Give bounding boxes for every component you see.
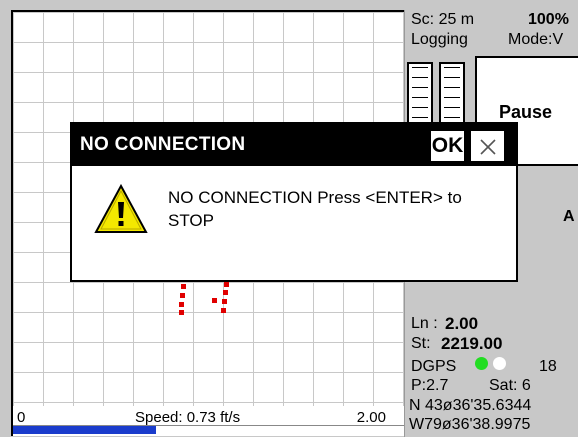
track-point [180, 293, 185, 298]
scale-readout: Sc: 25 m [411, 11, 475, 28]
no-connection-dialog: NO CONNECTION OK NO CONNECTION Press <EN… [70, 122, 518, 282]
track-point [212, 298, 217, 303]
speed-readout: Speed: 0.73 ft/s [135, 409, 241, 426]
track-point [179, 310, 184, 315]
ln-value: 2.00 [445, 314, 479, 333]
mode-readout: Mode:V [508, 31, 564, 48]
partial-label: A [563, 208, 575, 225]
dialog-title: NO CONNECTION [80, 134, 246, 155]
latitude-readout: N 43ø36'35.6344 [409, 397, 532, 414]
ok-button[interactable]: OK [429, 129, 466, 163]
zoom-readout: 100% [528, 11, 569, 28]
pdop-readout: P:2.7 [411, 377, 449, 394]
longitude-readout: W79ø36'38.9975 [409, 416, 531, 433]
dialog-titlebar: NO CONNECTION OK [72, 124, 516, 166]
close-button[interactable] [469, 129, 506, 163]
logging-status: Logging [411, 31, 468, 48]
track-point [222, 299, 227, 304]
sat-readout: Sat: 6 [489, 377, 531, 394]
speed-track [13, 425, 404, 434]
st-label: St: [411, 335, 431, 352]
speed-bar: 0 Speed: 0.73 ft/s 2.00 [11, 406, 404, 436]
dgps-value: 18 [539, 358, 557, 375]
warning-icon [94, 183, 148, 233]
speed-max-label: 2.00 [356, 409, 386, 426]
dgps-label: DGPS [411, 358, 457, 375]
track-point [179, 302, 184, 307]
close-icon [480, 139, 496, 155]
fix-indicator-white [493, 357, 506, 370]
speed-min-label: 0 [17, 409, 26, 426]
track-point [221, 308, 226, 313]
dialog-message: NO CONNECTION Press <ENTER> to STOP [168, 188, 462, 230]
track-point [181, 284, 186, 289]
app-screen: 0 Speed: 0.73 ft/s 2.00 Sc: 25 m 100% Lo… [0, 0, 578, 437]
ln-label: Ln : [411, 315, 438, 332]
fix-indicator-green [475, 357, 488, 370]
speed-fill [13, 426, 156, 434]
track-point [224, 282, 229, 287]
st-value: 2219.00 [441, 334, 503, 353]
track-point [223, 290, 228, 295]
pause-button-label: Pause [499, 102, 553, 122]
